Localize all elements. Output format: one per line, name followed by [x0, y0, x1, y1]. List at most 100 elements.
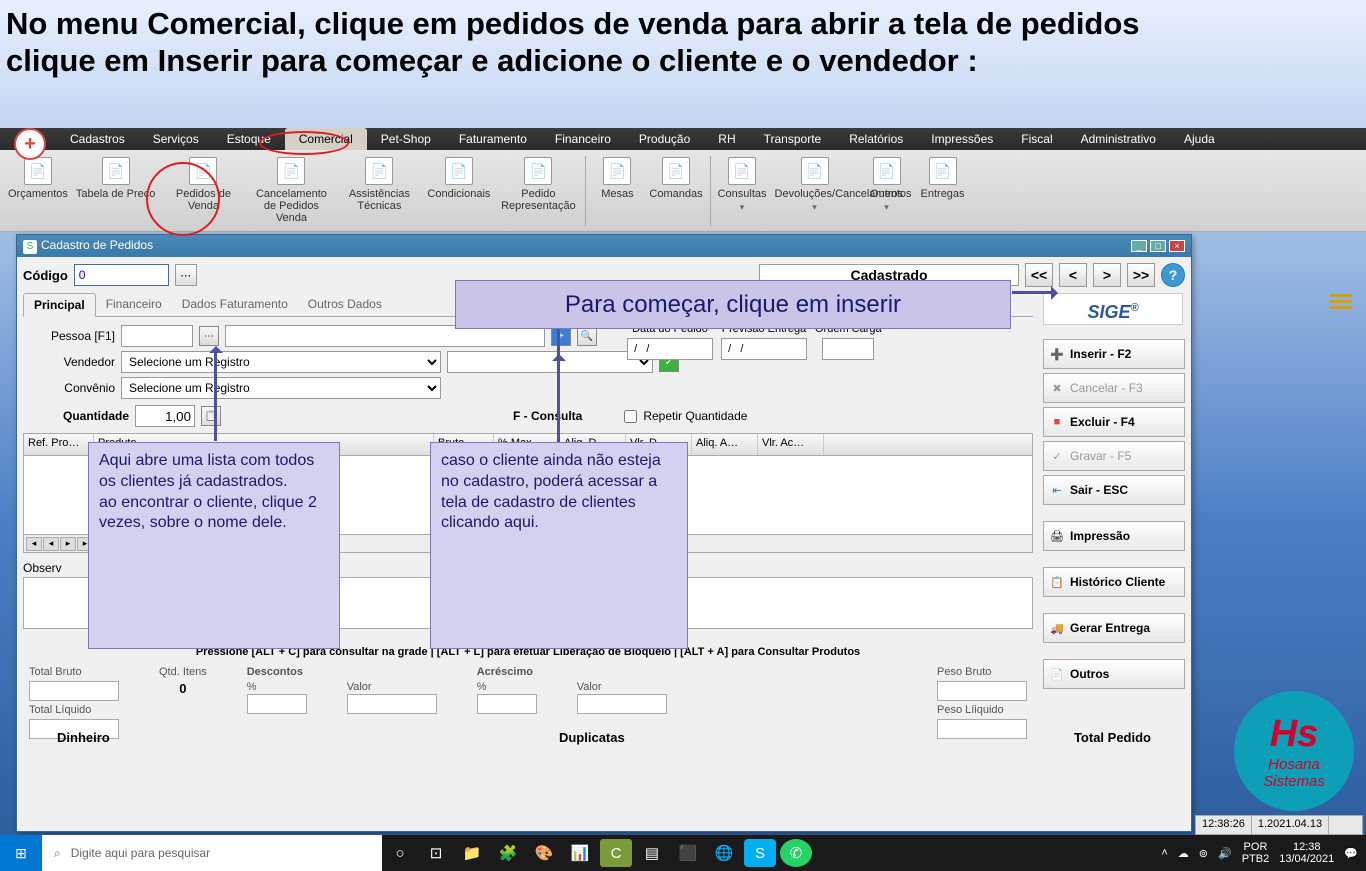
- desc-valor-box[interactable]: [347, 694, 437, 714]
- nav-first-button[interactable]: <<: [1025, 263, 1053, 287]
- nav-prev-button[interactable]: <: [1059, 263, 1087, 287]
- menu-relatórios[interactable]: Relatórios: [835, 128, 917, 150]
- grid-col[interactable]: Ref. Pro…: [24, 434, 94, 455]
- tray-up-icon[interactable]: ˄: [1161, 847, 1167, 859]
- tab-outros-dados[interactable]: Outros Dados: [298, 293, 392, 316]
- tray-cloud-icon[interactable]: ☁: [1178, 847, 1189, 860]
- cancelar-button[interactable]: ✖Cancelar - F3: [1043, 373, 1185, 403]
- menu-fiscal[interactable]: Fiscal: [1007, 128, 1066, 150]
- descontos-label: Descontos: [247, 666, 437, 678]
- menu-rh[interactable]: RH: [704, 128, 749, 150]
- grid-nav-btn[interactable]: ▸: [60, 537, 76, 551]
- grid-nav-btn[interactable]: ◂: [26, 537, 42, 551]
- grid-nav-btn[interactable]: ◂: [43, 537, 59, 551]
- explorer-icon[interactable]: 📁: [456, 839, 488, 867]
- tab-dados-faturamento[interactable]: Dados Faturamento: [172, 293, 298, 316]
- menu-serviços[interactable]: Serviços: [139, 128, 213, 150]
- taskbar: ⊞ ⌕Digite aqui para pesquisar ○ ⊡ 📁 🧩 🎨 …: [0, 835, 1366, 871]
- menu-cadastros[interactable]: Cadastros: [56, 128, 139, 150]
- nav-next-button[interactable]: >: [1093, 263, 1121, 287]
- camtasia-icon[interactable]: C: [600, 839, 632, 867]
- codigo-lookup-button[interactable]: ⋯: [175, 264, 197, 286]
- ribbon-comandas[interactable]: 📄Comandas: [645, 154, 706, 228]
- quantidade-icon[interactable]: 📋: [201, 406, 221, 426]
- ribbon-pedidos-de-venda[interactable]: 📄Pedidos de Venda: [159, 154, 247, 228]
- app3-icon[interactable]: ▤: [636, 839, 668, 867]
- ribbon-tabela-de-pre-o[interactable]: 📄Tabela de Preço: [72, 154, 160, 228]
- menu-produção[interactable]: Produção: [625, 128, 704, 150]
- f-consulta-label: F - Consulta: [513, 409, 582, 423]
- tab-financeiro[interactable]: Financeiro: [96, 293, 172, 316]
- menu-estoque[interactable]: Estoque: [213, 128, 285, 150]
- maximize-button[interactable]: □: [1150, 240, 1166, 252]
- chrome-icon[interactable]: 🌐: [708, 839, 740, 867]
- nav-last-button[interactable]: >>: [1127, 263, 1155, 287]
- tab-principal[interactable]: Principal: [23, 293, 96, 317]
- ribbon-mesas[interactable]: 📄Mesas: [589, 154, 645, 228]
- tray-notif-icon[interactable]: 💬: [1344, 847, 1358, 860]
- ribbon: 📄Orçamentos📄Tabela de Preço📄Pedidos de V…: [0, 150, 1366, 232]
- desc-pct-box[interactable]: [247, 694, 307, 714]
- ribbon-or-amentos[interactable]: 📄Orçamentos: [4, 154, 72, 228]
- data-pedido-input[interactable]: [627, 338, 713, 360]
- ribbon-condicionais[interactable]: 📄Condicionais: [423, 154, 494, 228]
- paint-icon[interactable]: 🎨: [528, 839, 560, 867]
- taskview-icon[interactable]: ⊡: [420, 839, 452, 867]
- historico-button[interactable]: 📋Histórico Cliente: [1043, 567, 1185, 597]
- minimize-button[interactable]: _: [1131, 240, 1147, 252]
- previsao-input[interactable]: [721, 338, 807, 360]
- acr-pct-box[interactable]: [477, 694, 537, 714]
- hamburger-icon[interactable]: [1330, 294, 1352, 310]
- help-button[interactable]: ?: [1161, 263, 1185, 287]
- ribbon-cancelamento-de-pedidos-venda[interactable]: 📄Cancelamento de Pedidos Venda: [247, 154, 335, 228]
- acr-valor-box[interactable]: [577, 694, 667, 714]
- convenio-select[interactable]: Selecione um Registro: [121, 377, 441, 399]
- gerar-entrega-button[interactable]: 🚚Gerar Entrega: [1043, 613, 1185, 643]
- menu-impressões[interactable]: Impressões: [917, 128, 1007, 150]
- outros-button[interactable]: 📄Outros: [1043, 659, 1185, 689]
- cortana-icon[interactable]: ○: [384, 839, 416, 867]
- menu-financeiro[interactable]: Financeiro: [541, 128, 625, 150]
- codigo-input[interactable]: [74, 264, 169, 286]
- sair-button[interactable]: ⇤Sair - ESC: [1043, 475, 1185, 505]
- start-button[interactable]: ⊞: [0, 835, 42, 871]
- ribbon-consultas[interactable]: 📄Consultas▾: [714, 154, 771, 228]
- tray-wifi-icon[interactable]: ⊚: [1199, 847, 1208, 860]
- ribbon-outros[interactable]: 📄Outros▾: [859, 154, 915, 228]
- inserir-button[interactable]: ➕Inserir - F2: [1043, 339, 1185, 369]
- close-button[interactable]: ×: [1169, 240, 1185, 252]
- vendedor-select2[interactable]: [447, 351, 653, 373]
- app4-icon[interactable]: ⬛: [672, 839, 704, 867]
- hosana-logo: Hs Hosana Sistemas: [1234, 691, 1354, 811]
- ribbon-pedido-representa-o[interactable]: 📄Pedido Representação: [494, 154, 582, 228]
- app2-icon[interactable]: 📊: [564, 839, 596, 867]
- skype-icon[interactable]: S: [744, 839, 776, 867]
- callout-list: Aqui abre uma lista com todos os cliente…: [88, 442, 340, 649]
- app-icon[interactable]: 🧩: [492, 839, 524, 867]
- repetir-label: Repetir Quantidade: [643, 409, 747, 423]
- pessoa-code-input[interactable]: [121, 325, 193, 347]
- repetir-checkbox[interactable]: [624, 410, 637, 423]
- whatsapp-icon[interactable]: ✆: [780, 839, 812, 867]
- menu-transporte[interactable]: Transporte: [750, 128, 836, 150]
- quantidade-input[interactable]: [135, 405, 195, 427]
- ribbon-devolu-es-cancelamentos[interactable]: 📄Devoluções/Cancelamentos▾: [771, 154, 859, 228]
- menu-ajuda[interactable]: Ajuda: [1170, 128, 1229, 150]
- vendedor-select[interactable]: Selecione um Registro: [121, 351, 441, 373]
- impressao-button[interactable]: 🖨Impressão: [1043, 521, 1185, 551]
- tray-sound-icon[interactable]: 🔊: [1218, 847, 1232, 860]
- ribbon-assist-ncias-t-cnicas[interactable]: 📄Assistências Técnicas: [335, 154, 423, 228]
- ribbon-entregas[interactable]: 📄Entregas: [915, 154, 971, 228]
- menu-faturamento[interactable]: Faturamento: [445, 128, 541, 150]
- grid-col[interactable]: Vlr. Ac…: [758, 434, 824, 455]
- search-box[interactable]: ⌕Digite aqui para pesquisar: [42, 835, 382, 871]
- gravar-button[interactable]: ✓Gravar - F5: [1043, 441, 1185, 471]
- grid-col[interactable]: Aliq. A…: [692, 434, 758, 455]
- excluir-button[interactable]: ■Excluir - F4: [1043, 407, 1185, 437]
- menu-comercial[interactable]: Comercial: [285, 128, 367, 150]
- menu-administrativo[interactable]: Administrativo: [1067, 128, 1170, 150]
- search-icon: ⌕: [54, 846, 61, 861]
- ordem-input[interactable]: [822, 338, 874, 360]
- menu-pet-shop[interactable]: Pet-Shop: [367, 128, 445, 150]
- duplicatas-label: Duplicatas: [559, 730, 625, 745]
